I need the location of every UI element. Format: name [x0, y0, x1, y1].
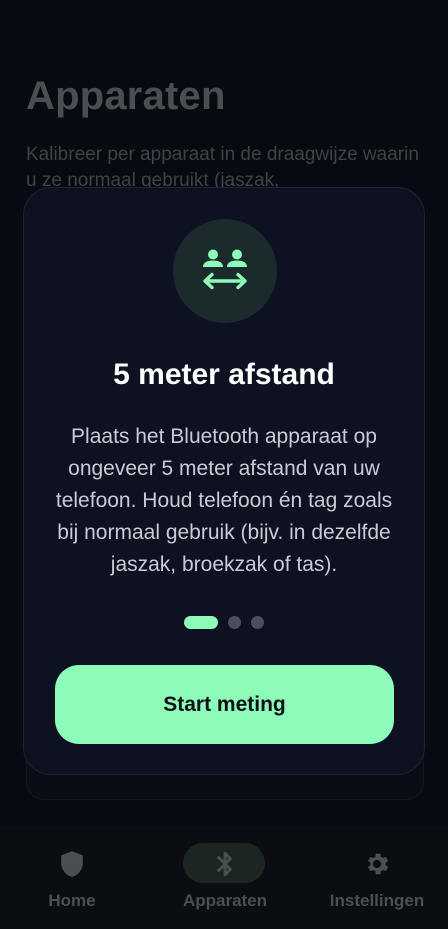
dialog-title: 5 meter afstand: [113, 358, 335, 391]
step-dot-active: [184, 616, 218, 629]
people-distance-icon: [203, 249, 247, 290]
shield-icon: [61, 851, 83, 877]
step-dot: [228, 616, 241, 629]
nav-label-home: Home: [48, 891, 96, 910]
start-measurement-button[interactable]: Start meting: [55, 665, 394, 744]
nav-item-instellingen[interactable]: Instellingen: [302, 826, 448, 929]
nav-item-apparaten[interactable]: Apparaten: [150, 826, 300, 929]
icon-badge: [173, 219, 277, 323]
bottom-navigation: Home Apparaten Instellingen: [0, 826, 448, 929]
nav-item-home[interactable]: Home: [0, 826, 147, 929]
nav-label-apparaten: Apparaten: [182, 891, 268, 910]
step-indicator: [24, 616, 424, 629]
step-dot: [251, 616, 264, 629]
calibration-dialog: 5 meter afstand Plaats het Bluetooth app…: [23, 187, 425, 775]
bluetooth-icon: [217, 851, 232, 877]
nav-label-instellingen: Instellingen: [329, 891, 425, 910]
page-title: Apparaten: [26, 74, 226, 118]
dialog-description: Plaats het Bluetooth apparaat op ongevee…: [55, 425, 393, 576]
gear-icon: [368, 853, 389, 875]
app-screen: Apparaten Kalibreer per apparaat in de d…: [0, 0, 448, 929]
